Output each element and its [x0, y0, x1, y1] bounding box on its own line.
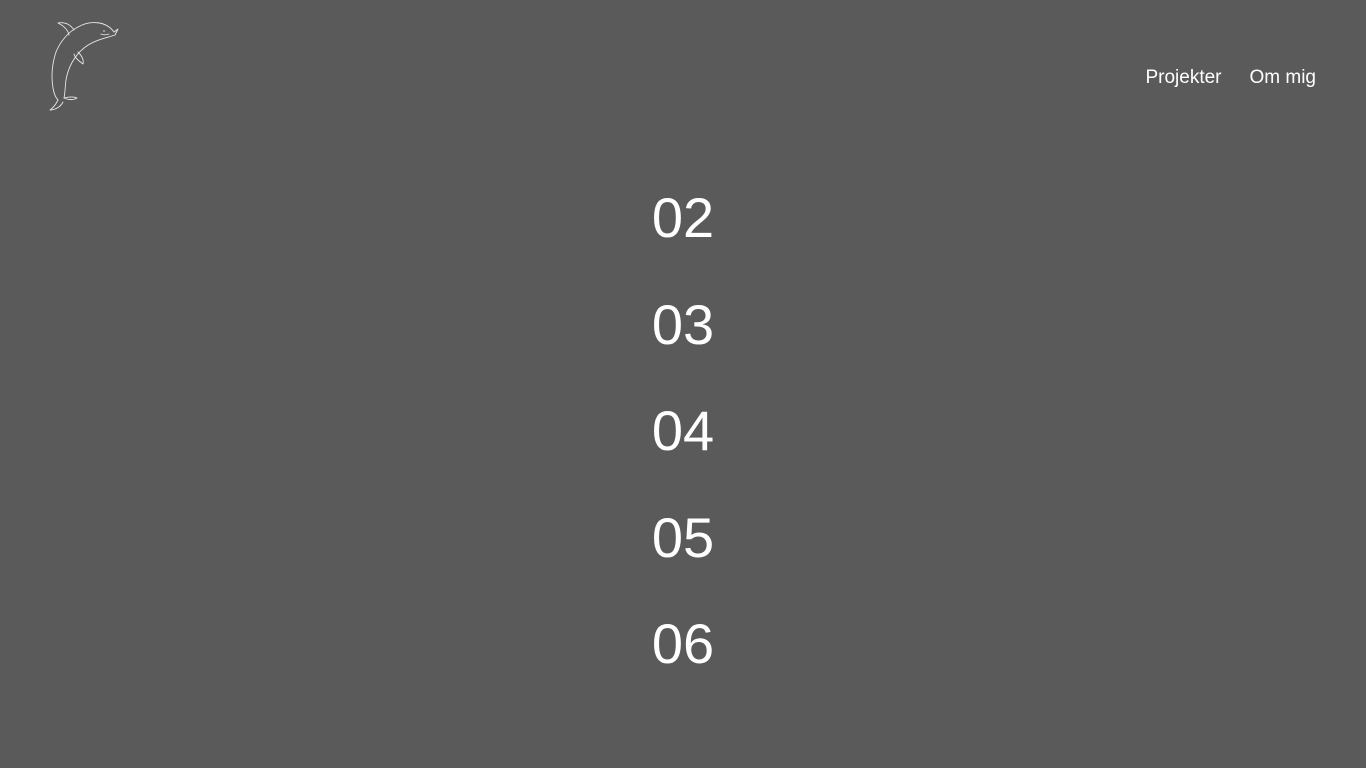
- project-number-04[interactable]: 04: [643, 395, 723, 467]
- project-number-05[interactable]: 05: [643, 502, 723, 574]
- dolphin-icon: [49, 22, 119, 111]
- logo-link[interactable]: [44, 18, 124, 114]
- project-number-02[interactable]: 02: [643, 182, 723, 254]
- project-number-06[interactable]: 06: [643, 608, 723, 680]
- project-number-03[interactable]: 03: [643, 289, 723, 361]
- page: Projekter Om mig 02 03 04 05 06: [0, 0, 1366, 768]
- nav-link-om-mig[interactable]: Om mig: [1250, 66, 1317, 90]
- nav-link-projekter[interactable]: Projekter: [1145, 66, 1221, 90]
- main-nav: Projekter Om mig: [1145, 66, 1316, 90]
- project-number-list: 02 03 04 05 06: [0, 182, 1366, 715]
